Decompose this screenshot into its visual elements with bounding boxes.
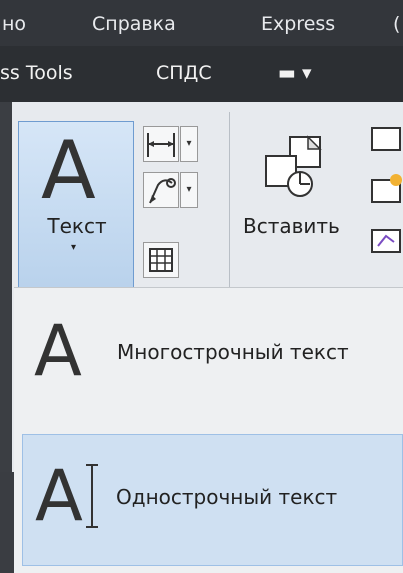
menu-item-multiline-text[interactable]: A Многострочный текст xyxy=(22,296,403,418)
insert-label[interactable]: Вставить xyxy=(243,214,340,238)
panel-gutter xyxy=(0,102,12,472)
linear-dimension-icon xyxy=(147,133,175,157)
menu-item-help[interactable]: Справка xyxy=(92,13,176,35)
single-line-text-icon: A xyxy=(35,455,83,537)
multiline-text-icon: A xyxy=(34,310,82,392)
tab-overflow[interactable]: ▬ ▾ xyxy=(278,62,312,84)
text-button[interactable]: A Текст ▾ xyxy=(18,121,134,289)
menu-item-window[interactable]: но xyxy=(2,13,26,35)
dimension-dropdown[interactable]: ▾ xyxy=(180,126,198,162)
multiline-text-label: Многострочный текст xyxy=(117,340,349,364)
ribbon-panel: A Текст ▾ ▾ ▾ Вставить A Многострочный т… xyxy=(0,102,403,573)
menu-item-single-line-text[interactable]: A Однострочный текст xyxy=(22,434,403,566)
single-line-text-label: Однострочный текст xyxy=(116,485,338,509)
leader-button[interactable] xyxy=(143,172,179,208)
text-dropdown-menu: A Многострочный текст A Однострочный тек… xyxy=(14,287,403,573)
menu-bar: но Справка Express ( xyxy=(0,0,403,46)
table-icon xyxy=(149,248,173,272)
tab-express-tools[interactable]: ss Tools xyxy=(0,62,73,84)
tab-spds[interactable]: СПДС xyxy=(156,62,212,84)
table-button[interactable] xyxy=(143,242,179,278)
block-editor-icon[interactable] xyxy=(366,124,403,160)
chevron-down-icon: ▾ xyxy=(71,242,77,253)
text-button-label: Текст xyxy=(47,214,107,238)
insert-block-icon[interactable] xyxy=(256,134,326,204)
ribbon-tab-bar: ss Tools СПДС ▬ ▾ xyxy=(0,46,403,102)
multileader-icon xyxy=(149,178,176,204)
text-icon: A xyxy=(41,124,96,217)
attribute-icon[interactable] xyxy=(366,224,403,260)
ribbon-divider xyxy=(229,112,230,292)
menu-item-express[interactable]: Express xyxy=(261,13,335,35)
dimension-button[interactable] xyxy=(143,126,179,162)
menu-item-next[interactable]: ( xyxy=(393,13,400,35)
leader-dropdown[interactable]: ▾ xyxy=(180,172,198,208)
create-block-icon[interactable] xyxy=(366,174,403,210)
